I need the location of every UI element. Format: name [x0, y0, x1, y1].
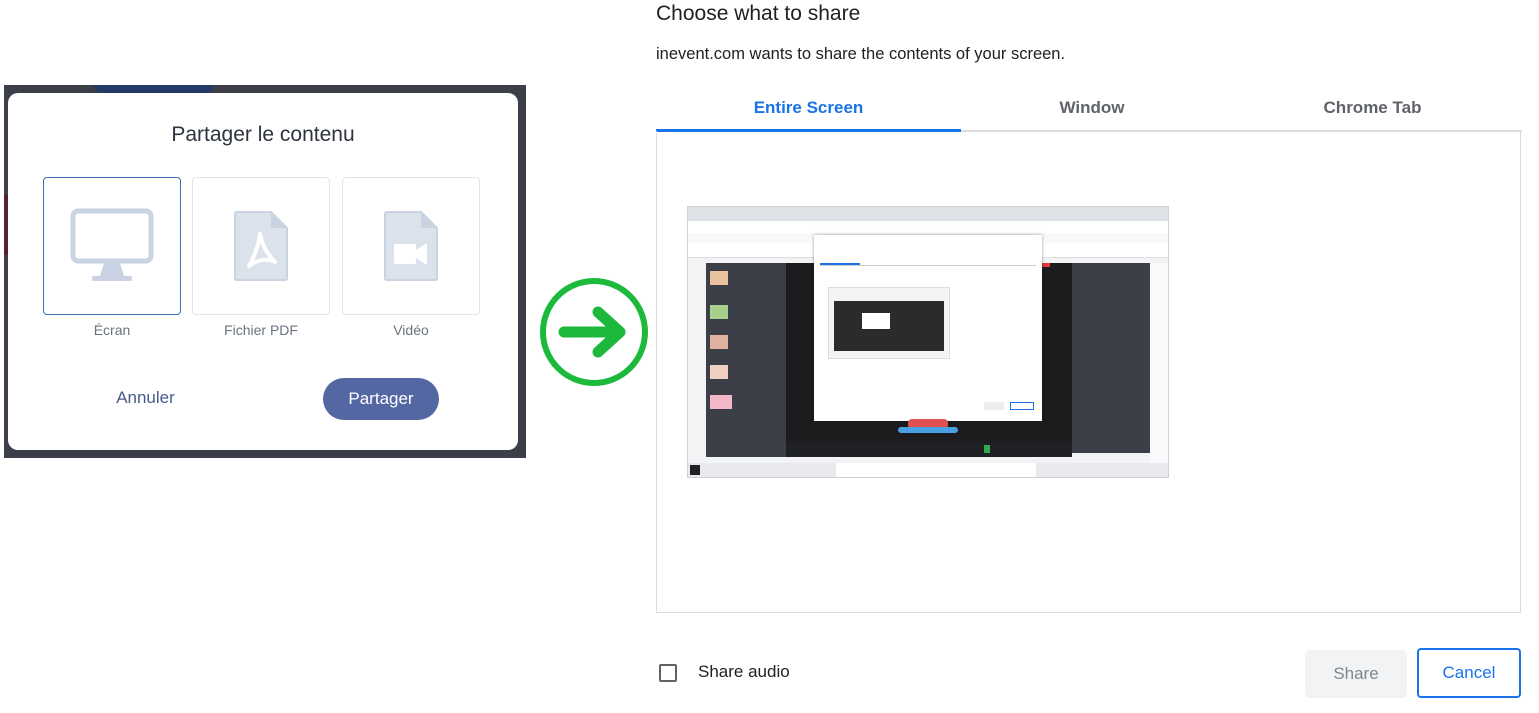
thumbnail-taskbar-apps [836, 463, 1036, 477]
thumbnail-control [984, 445, 990, 453]
picker-subtitle: inevent.com wants to share the contents … [656, 45, 1066, 63]
option-pdf-label: Fichier PDF [224, 322, 298, 338]
partager-button[interactable]: Partager [323, 378, 439, 420]
thumbnail-start [690, 465, 700, 475]
picker-title: Choose what to share [656, 2, 861, 25]
thumbnail-tabstrip [688, 207, 1168, 221]
monitor-icon [70, 208, 154, 281]
thumbnail-nested-button [1010, 402, 1034, 410]
dialog-title: Partager le contenu [171, 123, 355, 146]
tab-chrome-tab[interactable]: Chrome Tab [1223, 86, 1522, 130]
share-content-dialog: Partager le contenu Écran Fichier PDF Vi… [8, 93, 518, 450]
option-video-label: Vidéo [393, 322, 429, 338]
thumbnail-chat [1072, 263, 1150, 453]
pdf-file-icon [234, 211, 288, 281]
tab-window[interactable]: Window [961, 86, 1223, 130]
thumbnail-item [710, 305, 728, 319]
option-pdf[interactable] [192, 177, 330, 315]
thumbnail-addressbar [688, 221, 1168, 233]
thumbnail-right-rail [1150, 263, 1168, 463]
thumbnail-nested-window [862, 313, 890, 329]
share-audio-checkbox[interactable] [659, 664, 677, 682]
video-file-icon [384, 211, 438, 281]
option-screen-label: Écran [93, 322, 131, 338]
thumbnail-controls [786, 443, 1072, 457]
cancel-button[interactable]: Cancel [1417, 648, 1521, 698]
annuler-button[interactable]: Annuler [88, 378, 203, 418]
entire-screen-thumbnail[interactable] [688, 207, 1168, 477]
arrow-right-circle-icon [540, 278, 648, 386]
thumbnail-live-badge [1042, 263, 1050, 267]
share-button[interactable]: Share [1305, 650, 1407, 698]
thumbnail-nested-button [984, 402, 1004, 410]
background-decoration [94, 85, 214, 93]
option-screen[interactable] [43, 177, 181, 315]
thumbnail-item [710, 395, 732, 409]
tab-entire-screen[interactable]: Entire Screen [656, 86, 961, 132]
thumbnail-item [710, 365, 728, 379]
share-audio-label: Share audio [698, 662, 790, 681]
thumbnail-left-rail [690, 263, 706, 457]
thumbnail-item [710, 335, 728, 349]
thumbnail-sidebar [706, 263, 786, 457]
thumbnail-nested-divider [820, 265, 1036, 266]
thumbnail-figure [898, 427, 958, 433]
picker-tabs: Entire Screen Window Chrome Tab [656, 86, 1522, 132]
option-video[interactable] [342, 177, 480, 315]
thumbnail-item [710, 271, 728, 285]
